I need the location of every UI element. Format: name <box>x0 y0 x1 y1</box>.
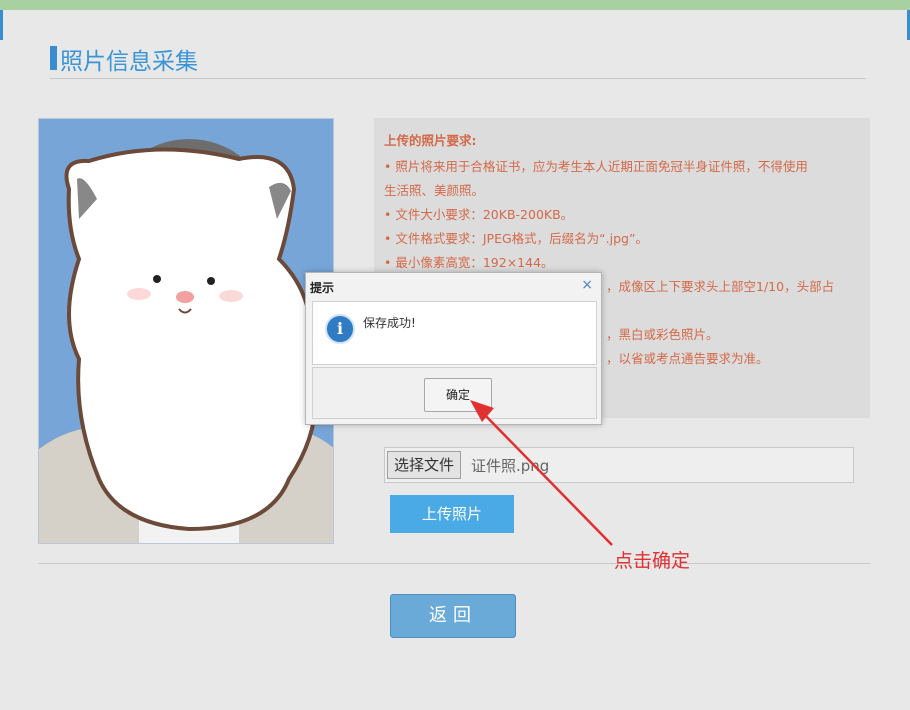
arrow-head-icon <box>470 400 494 422</box>
annotation-arrow <box>470 400 613 546</box>
arrow-line <box>479 409 613 546</box>
annotation-label: 点击确定 <box>614 550 691 572</box>
